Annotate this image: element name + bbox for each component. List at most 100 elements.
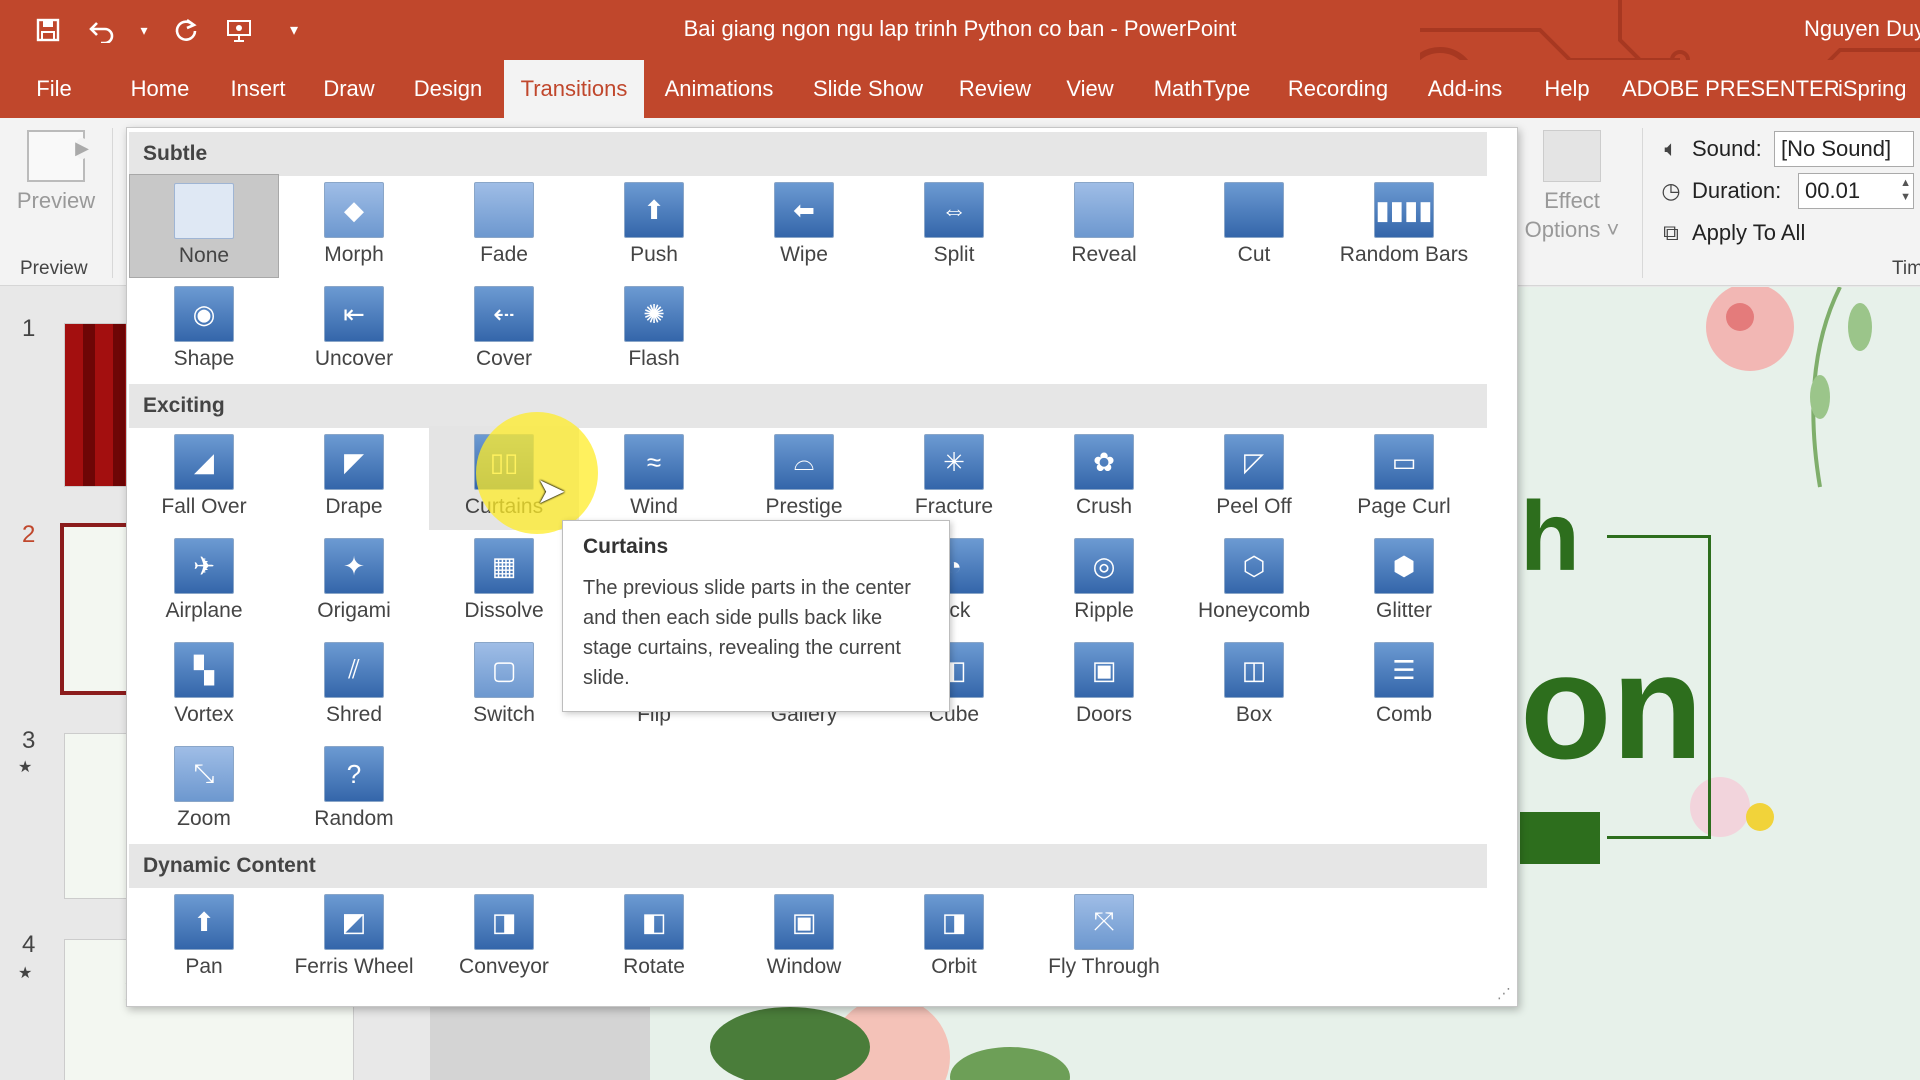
tab-recording[interactable]: Recording (1280, 60, 1396, 118)
animation-star-icon: ★ (18, 759, 33, 776)
flash-icon: ✺ (624, 286, 684, 342)
spinner-arrows-icon[interactable]: ▲ ▼ (1900, 176, 1911, 204)
zoom-icon: ⤡ (174, 746, 234, 802)
transition-window[interactable]: ▣ Window (729, 886, 879, 990)
transition-fade[interactable]: Fade (429, 174, 579, 278)
tab-file[interactable]: File (20, 60, 88, 118)
transition-ripple[interactable]: ◎ Ripple (1029, 530, 1179, 634)
sound-dropdown[interactable]: [No Sound] (1774, 131, 1914, 167)
transition-cover[interactable]: ⇠ Cover (429, 278, 579, 382)
tab-transitions[interactable]: Transitions (504, 60, 644, 118)
wind-icon: ≈ (624, 434, 684, 490)
transition-airplane[interactable]: ✈ Airplane (129, 530, 279, 634)
transition-vortex[interactable]: ▚ Vortex (129, 634, 279, 738)
slide-title-fragment[interactable]: h (1520, 480, 1580, 593)
transition-morph[interactable]: ◆ Morph (279, 174, 429, 278)
apply-to-all-button[interactable]: ⧉ Apply To All (1658, 212, 1914, 254)
transition-origami[interactable]: ✦ Origami (279, 530, 429, 634)
ribbon-tabs: File Home Insert Draw Design Transitions… (0, 60, 1920, 118)
effect-options-button[interactable]: Effect Options ˅ (1520, 130, 1624, 244)
transition-crush[interactable]: ✿ Crush (1029, 426, 1179, 530)
random-bars-icon: ▮▮▮▮ (1374, 182, 1434, 238)
crush-icon: ✿ (1074, 434, 1134, 490)
ripple-icon: ◎ (1074, 538, 1134, 594)
transition-page-curl[interactable]: ▭ Page Curl (1329, 426, 1479, 530)
pan-icon: ⬆ (174, 894, 234, 950)
transition-uncover[interactable]: ⇤ Uncover (279, 278, 429, 382)
transition-flash[interactable]: ✺ Flash (579, 278, 729, 382)
animation-star-icon: ★ (18, 965, 33, 982)
transition-cut[interactable]: Cut (1179, 174, 1329, 278)
transition-comb[interactable]: ☰ Comb (1329, 634, 1479, 738)
transition-pan[interactable]: ⬆ Pan (129, 886, 279, 990)
transition-honeycomb[interactable]: ⬡ Honeycomb (1179, 530, 1329, 634)
transition-prestige[interactable]: ⌓ Prestige (729, 426, 879, 530)
transition-drape[interactable]: ◤ Drape (279, 426, 429, 530)
tab-add-ins[interactable]: Add-ins (1418, 60, 1512, 118)
transition-random-bars[interactable]: ▮▮▮▮ Random Bars (1329, 174, 1479, 278)
apply-to-all-label: Apply To All (1692, 220, 1806, 245)
tab-adobe-presenter[interactable]: ADOBE PRESENTER (1622, 60, 1840, 118)
cut-icon (1224, 182, 1284, 238)
push-icon: ⬆ (624, 182, 684, 238)
tab-ispring[interactable]: iSpring (1838, 60, 1920, 118)
split-icon: ⇔ (924, 182, 984, 238)
transition-shred[interactable]: ⫽ Shred (279, 634, 429, 738)
wipe-icon: ⬅ (774, 182, 834, 238)
comb-icon: ☰ (1374, 642, 1434, 698)
transition-glitter[interactable]: ⬢ Glitter (1329, 530, 1479, 634)
transition-shape[interactable]: ◉ Shape (129, 278, 279, 382)
tab-mathtype[interactable]: MathType (1146, 60, 1258, 118)
transition-fall-over[interactable]: ◢ Fall Over (129, 426, 279, 530)
tab-home[interactable]: Home (114, 60, 206, 118)
section-exciting: Exciting (129, 384, 1487, 428)
transition-dissolve[interactable]: ▦ Dissolve (429, 530, 579, 634)
transition-none[interactable]: None (129, 174, 279, 278)
transition-wipe[interactable]: ⬅ Wipe (729, 174, 879, 278)
tab-review[interactable]: Review (954, 60, 1036, 118)
effect-options-label-2: Options ˅ (1524, 217, 1620, 242)
transition-fracture[interactable]: ✳ Fracture (879, 426, 1029, 530)
transition-random[interactable]: ? Random (279, 738, 429, 842)
slide-title-fragment-2[interactable]: on (1520, 620, 1703, 793)
transition-peel-off[interactable]: ◸ Peel Off (1179, 426, 1329, 530)
dissolve-icon: ▦ (474, 538, 534, 594)
title-bar: ▾ ▾ Bai giang ngon ngu lap trinh Python … (0, 0, 1920, 118)
transition-box[interactable]: ◫ Box (1179, 634, 1329, 738)
random-icon: ? (324, 746, 384, 802)
tab-help[interactable]: Help (1536, 60, 1598, 118)
transition-wind[interactable]: ≈ Wind (579, 426, 729, 530)
clock-icon: ◷ (1661, 178, 1681, 203)
transition-split[interactable]: ⇔ Split (879, 174, 1029, 278)
section-dynamic-content: Dynamic Content (129, 844, 1487, 888)
transition-zoom[interactable]: ⤡ Zoom (129, 738, 279, 842)
transition-rotate[interactable]: ◧ Rotate (579, 886, 729, 990)
tab-view[interactable]: View (1060, 60, 1120, 118)
transition-fly-through[interactable]: ⤧ Fly Through (1029, 886, 1179, 990)
ribbon-separator (1642, 128, 1643, 278)
transition-orbit[interactable]: ◨ Orbit (879, 886, 1029, 990)
user-name[interactable]: Nguyen Duy (1804, 16, 1920, 42)
preview-icon (27, 130, 89, 182)
transition-ferris-wheel[interactable]: ◩ Ferris Wheel (279, 886, 429, 990)
transition-doors[interactable]: ▣ Doors (1029, 634, 1179, 738)
transition-conveyor[interactable]: ◨ Conveyor (429, 886, 579, 990)
slide-green-bar[interactable] (1520, 812, 1600, 864)
tab-draw[interactable]: Draw (314, 60, 384, 118)
tab-animations[interactable]: Animations (656, 60, 782, 118)
window-icon: ▣ (774, 894, 834, 950)
transition-reveal[interactable]: Reveal (1029, 174, 1179, 278)
tab-insert[interactable]: Insert (218, 60, 298, 118)
tab-slide-show[interactable]: Slide Show (806, 60, 930, 118)
morph-icon: ◆ (324, 182, 384, 238)
tab-design[interactable]: Design (402, 60, 494, 118)
transition-push[interactable]: ⬆ Push (579, 174, 729, 278)
page-curl-icon: ▭ (1374, 434, 1434, 490)
transition-switch[interactable]: ▢ Switch (429, 634, 579, 738)
resize-grip-icon[interactable]: ⋰ (1497, 985, 1511, 1002)
apply-to-all-icon: ⧉ (1663, 220, 1679, 245)
duration-input[interactable]: 00.01 ▲ ▼ (1798, 173, 1914, 209)
shred-icon: ⫽ (324, 642, 384, 698)
sound-label: Sound: (1692, 136, 1762, 161)
preview-button[interactable]: Preview (14, 130, 98, 214)
